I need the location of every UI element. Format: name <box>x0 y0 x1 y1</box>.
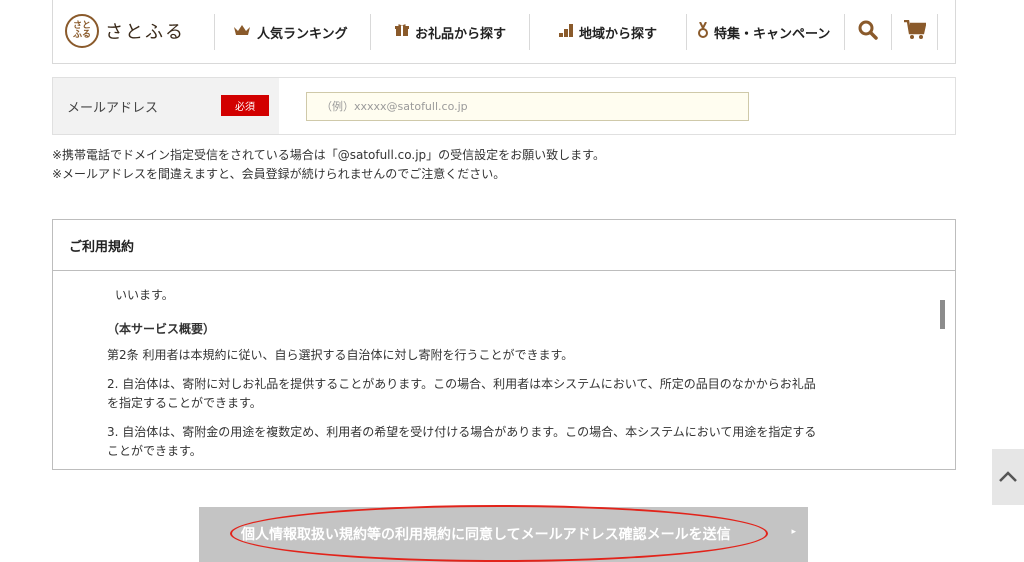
terms-line: 2. 自治体は、寄附に対しお礼品を提供することがあります。この場合、利用者は本シ… <box>107 377 816 391</box>
nav-divider <box>937 14 938 50</box>
chevron-up-icon <box>998 468 1018 487</box>
terms-line: 第2条 利用者は本規約に従い、自ら選択する自治体に対し寄附を行うことができます。 <box>107 348 574 362</box>
terms-section-heading: （本サービス概要） <box>107 322 216 336</box>
terms-scrollbar-thumb[interactable] <box>940 300 945 329</box>
logo-mark-icon: さと ふる <box>65 14 99 48</box>
terms-line: いいます。 <box>115 288 174 302</box>
terms-line: 3. 自治体は、寄附金の用途を複数定め、利用者の希望を受け付ける場合があります。… <box>107 425 817 439</box>
submit-confirmation-email-button[interactable]: 個人情報取扱い規約等の利用規約に同意してメールアドレス確認メールを送信 ▸ <box>199 507 808 562</box>
nav-gift-search-label: お礼品から探す <box>415 26 507 42</box>
nav-divider <box>891 14 892 50</box>
cart-icon <box>904 19 927 44</box>
nav-region-search[interactable]: 地域から探す <box>559 14 657 50</box>
required-badge: 必須 <box>221 95 269 116</box>
nav-divider <box>686 14 687 50</box>
arrow-right-icon: ▸ <box>791 527 796 537</box>
logo-text: さとふる <box>105 22 185 43</box>
email-label: メールアドレス <box>67 101 159 116</box>
search-icon <box>858 20 878 44</box>
nav-ranking[interactable]: 人気ランキング <box>233 14 348 50</box>
submit-label: 個人情報取扱い規約等の利用規約に同意してメールアドレス確認メールを送信 <box>241 527 731 543</box>
email-label-cell: メールアドレス 必須 <box>53 78 279 134</box>
nav-ranking-label: 人気ランキング <box>257 26 348 42</box>
nav-campaign[interactable]: 特集・キャンペーン <box>698 14 830 50</box>
site-header: さと ふる さとふる 人気ランキング お礼品から探す 地域から探す 特集・キャンペ… <box>52 0 956 64</box>
terms-title: ご利用規約 <box>53 220 955 271</box>
medal-icon <box>698 21 708 42</box>
search-button[interactable] <box>848 14 888 50</box>
crown-icon <box>233 24 251 40</box>
nav-gift-search[interactable]: お礼品から探す <box>395 14 506 50</box>
note-email-caution: ※メールアドレスを間違えますと、会員登録が続けられませんのでご注意ください。 <box>52 167 506 181</box>
nav-region-search-label: 地域から探す <box>579 26 658 42</box>
terms-line: を指定することができます。 <box>107 396 262 410</box>
nav-divider <box>214 14 215 50</box>
nav-campaign-label: 特集・キャンペーン <box>714 26 831 42</box>
nav-divider <box>370 14 371 50</box>
terms-scroll-area[interactable]: いいます。 （本サービス概要） 第2条 利用者は本規約に従い、自ら選択する自治体… <box>53 272 955 469</box>
nav-divider <box>529 14 530 50</box>
gift-icon <box>395 23 409 41</box>
bar-chart-icon <box>559 23 573 41</box>
note-domain-setting: ※携帯電話でドメイン指定受信をされている場合は「@satofull.co.jp」… <box>52 148 605 162</box>
terms-box: ご利用規約 いいます。 （本サービス概要） 第2条 利用者は本規約に従い、自ら選… <box>52 219 956 470</box>
terms-line: ことができます。 <box>107 444 202 458</box>
nav-divider <box>844 14 845 50</box>
back-to-top-button[interactable] <box>992 449 1024 505</box>
email-input[interactable] <box>306 92 749 121</box>
cart-button[interactable] <box>895 14 935 50</box>
email-form-row: メールアドレス 必須 <box>52 77 956 135</box>
site-logo[interactable]: さと ふる さとふる <box>65 13 185 49</box>
